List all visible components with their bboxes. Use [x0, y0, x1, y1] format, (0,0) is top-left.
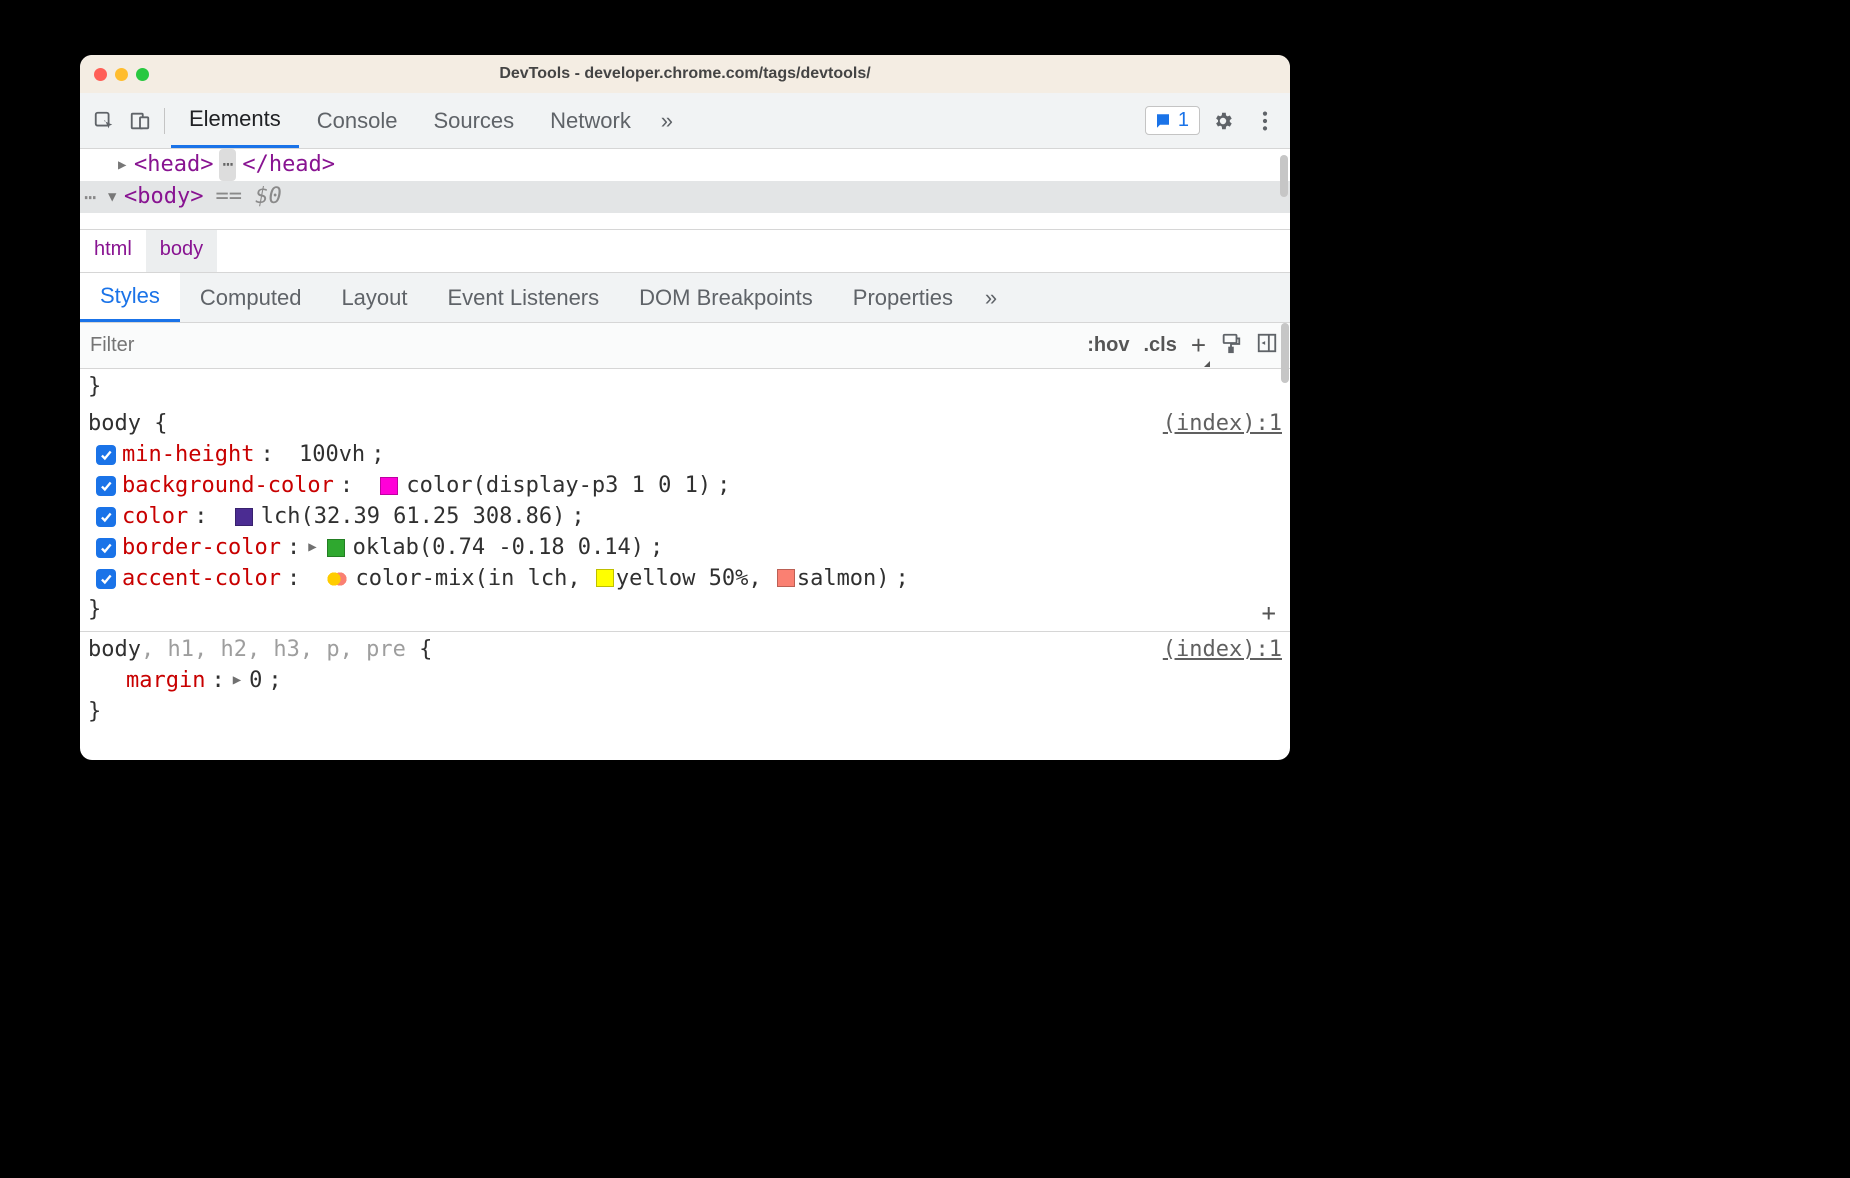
color-swatch-icon[interactable] [235, 508, 253, 526]
css-rule-body: body { (index):1 min-height: 100vh; back… [88, 408, 1282, 625]
expand-icon[interactable]: ▶ [118, 149, 134, 181]
issues-count: 1 [1178, 109, 1189, 132]
decl-checkbox[interactable] [96, 476, 116, 496]
expand-icon[interactable]: ▶ [233, 665, 241, 696]
css-value[interactable]: lch(32.39 61.25 308.86) [261, 501, 566, 532]
gutter-dots: ⋯ [84, 181, 98, 213]
filter-tools: :hov .cls + [1087, 330, 1282, 361]
rule-selector[interactable]: body, h1, h2, h3, p, pre { [88, 634, 432, 665]
tab-elements[interactable]: Elements [171, 93, 299, 148]
decl-background-color[interactable]: background-color: color(display-p3 1 0 1… [88, 470, 1282, 501]
subtab-overflow-icon[interactable]: » [973, 273, 1009, 322]
css-property[interactable]: margin [126, 665, 205, 696]
decl-min-height[interactable]: min-height: 100vh; [88, 439, 1282, 470]
color-swatch-icon[interactable] [327, 539, 345, 557]
ellipsis-icon[interactable]: ⋯ [219, 149, 236, 181]
rule-source-link[interactable]: (index):1 [1163, 408, 1282, 439]
subtab-event-listeners[interactable]: Event Listeners [428, 273, 620, 322]
decl-margin[interactable]: margin: ▶ 0; [88, 665, 1282, 696]
dom-tag: <body> [124, 181, 203, 213]
css-value[interactable]: 0 [249, 665, 262, 696]
paint-icon[interactable] [1220, 332, 1242, 360]
dom-node-body[interactable]: ⋯ ▼ <body> == $0 [80, 181, 1290, 213]
close-window-button[interactable] [94, 68, 107, 81]
tab-network[interactable]: Network [532, 93, 649, 148]
subtab-computed[interactable]: Computed [180, 273, 322, 322]
rule-selector[interactable]: body { [88, 408, 167, 439]
expand-icon[interactable]: ▶ [308, 532, 316, 563]
tab-sources[interactable]: Sources [415, 93, 532, 148]
css-rule-margin: body, h1, h2, h3, p, pre { (index):1 mar… [88, 634, 1282, 727]
tab-console[interactable]: Console [299, 93, 416, 148]
minimize-window-button[interactable] [115, 68, 128, 81]
more-icon[interactable] [1246, 101, 1284, 141]
devtools-window: DevTools - developer.chrome.com/tags/dev… [80, 55, 1290, 760]
dom-scrollbar[interactable] [1280, 155, 1288, 197]
stray-brace: } [88, 374, 101, 399]
window-title: DevTools - developer.chrome.com/tags/dev… [80, 65, 1290, 83]
filter-input[interactable] [88, 330, 1087, 361]
window-titlebar: DevTools - developer.chrome.com/tags/dev… [80, 55, 1290, 93]
decl-checkbox[interactable] [96, 445, 116, 465]
computed-toggle-icon[interactable] [1256, 332, 1278, 360]
color-swatch-icon[interactable] [596, 569, 614, 587]
styles-pane[interactable]: } body { (index):1 min-height: 100vh; ba… [80, 369, 1290, 760]
rule-close-brace: } [88, 594, 1282, 625]
dom-tag: <head> [134, 149, 213, 181]
color-swatch-icon[interactable] [777, 569, 795, 587]
rule-close-brace: } [88, 696, 1282, 727]
main-toolbar: Elements Console Sources Network » 1 [80, 93, 1290, 149]
panel-tabs: Elements Console Sources Network » [171, 93, 685, 148]
css-value[interactable]: color(display-p3 1 0 1) [406, 470, 711, 501]
decl-border-color[interactable]: border-color: ▶ oklab(0.74 -0.18 0.14); [88, 532, 1282, 563]
subtab-dom-breakpoints[interactable]: DOM Breakpoints [619, 273, 833, 322]
color-mix-swatch-icon[interactable] [327, 569, 347, 589]
decl-checkbox[interactable] [96, 507, 116, 527]
rule-source-link[interactable]: (index):1 [1163, 634, 1282, 665]
css-value[interactable]: oklab(0.74 -0.18 0.14) [353, 532, 644, 563]
selected-marker: == $0 [215, 181, 281, 213]
dom-tree[interactable]: ▶ <head> ⋯ </head> ⋯ ▼ <body> == $0 [80, 149, 1290, 229]
toolbar-right: 1 [1145, 101, 1284, 141]
zoom-window-button[interactable] [136, 68, 149, 81]
color-swatch-icon[interactable] [380, 477, 398, 495]
subtab-layout[interactable]: Layout [321, 273, 427, 322]
cls-toggle[interactable]: .cls [1143, 334, 1176, 357]
css-value[interactable]: color-mix(in lch, yellow 50%, salmon) [355, 563, 889, 594]
dom-tag-close: </head> [242, 149, 335, 181]
decl-checkbox[interactable] [96, 538, 116, 558]
hov-toggle[interactable]: :hov [1087, 334, 1129, 357]
css-property[interactable]: background-color [122, 470, 334, 501]
add-rule-icon[interactable]: + [1262, 598, 1276, 629]
subtab-styles[interactable]: Styles [80, 273, 180, 322]
css-property[interactable]: min-height [122, 439, 254, 470]
css-property[interactable]: color [122, 501, 188, 532]
breadcrumb: html body [80, 229, 1290, 273]
divider [164, 108, 165, 134]
panel-overflow-icon[interactable]: » [649, 93, 685, 148]
decl-checkbox[interactable] [96, 569, 116, 589]
breadcrumb-body[interactable]: body [146, 230, 217, 272]
settings-icon[interactable] [1204, 101, 1242, 141]
styles-subtabs: Styles Computed Layout Event Listeners D… [80, 273, 1290, 323]
decl-accent-color[interactable]: accent-color: color-mix(in lch, yellow 5… [88, 563, 1282, 594]
styles-filter-bar: :hov .cls + [80, 323, 1290, 369]
dom-node-head[interactable]: ▶ <head> ⋯ </head> [80, 149, 1290, 181]
decl-color[interactable]: color: lch(32.39 61.25 308.86); [88, 501, 1282, 532]
traffic-lights [94, 68, 149, 81]
issues-badge[interactable]: 1 [1145, 106, 1200, 135]
css-property[interactable]: border-color [122, 532, 281, 563]
breadcrumb-html[interactable]: html [80, 230, 146, 272]
new-style-rule-icon[interactable]: + [1191, 330, 1206, 361]
inspect-icon[interactable] [86, 101, 122, 141]
subtab-properties[interactable]: Properties [833, 273, 973, 322]
collapse-icon[interactable]: ▼ [108, 181, 124, 213]
css-value[interactable]: 100vh [299, 439, 365, 470]
device-toggle-icon[interactable] [122, 101, 158, 141]
css-property[interactable]: accent-color [122, 563, 281, 594]
